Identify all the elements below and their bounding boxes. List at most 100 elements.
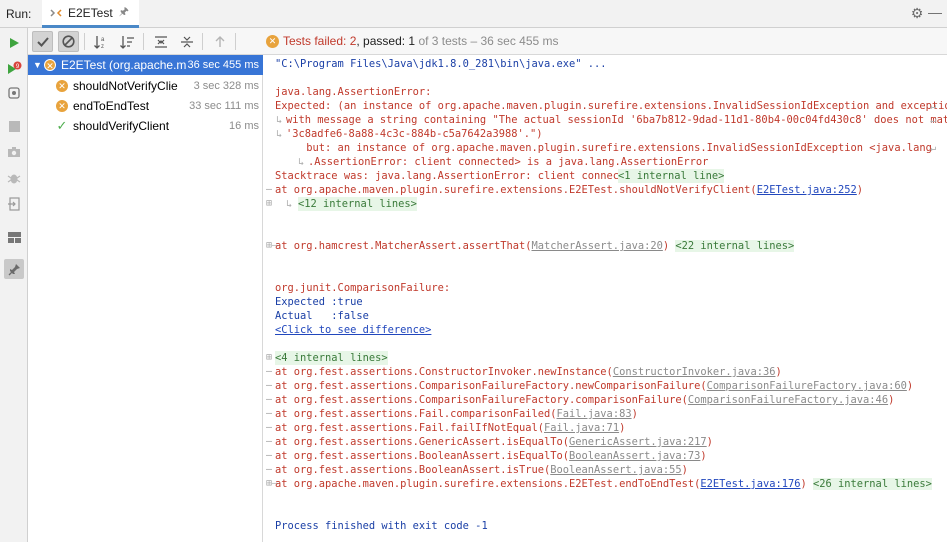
stack-frame: at org.apache.maven.plugin.surefire.exte… [275, 478, 701, 490]
console-line: .AssertionError: client connected> is a … [308, 156, 709, 168]
see-difference-link[interactable]: <Click to see difference> [275, 323, 431, 337]
stack-frame-end: ) [775, 366, 782, 378]
tree-item-endtoendtest[interactable]: ✕ endToEndTest 33 sec 111 ms [28, 96, 263, 116]
svg-text:a: a [101, 37, 105, 43]
run-side-toolbar: 9 [0, 28, 28, 542]
soft-wrap-icon: ↳ [276, 128, 283, 140]
console-line: java.lang.AssertionError: [275, 86, 432, 98]
console-line: ) [662, 240, 676, 252]
layout-button[interactable] [4, 227, 24, 247]
soft-wrap-icon: ↵ [930, 142, 937, 154]
stop-button[interactable] [4, 116, 24, 136]
test-status-summary: ✕ Tests failed: 2, passed: 1 of 3 tests … [266, 34, 559, 48]
run-tab-label: E2ETest [68, 5, 113, 20]
stack-frame: at org.fest.assertions.ComparisonFailure… [275, 380, 707, 392]
collapse-all-button[interactable] [176, 31, 197, 52]
toggle-auto-test-button[interactable] [4, 83, 24, 103]
internal-lines-fold[interactable]: <26 internal lines> [813, 478, 932, 490]
tree-item-time: 36 sec 455 ms [187, 59, 259, 71]
console-output[interactable]: "C:\Program Files\Java\jdk1.8.0_281\bin\… [264, 55, 947, 542]
pin-tab-button[interactable] [4, 259, 24, 279]
stack-trace-link[interactable]: GenericAssert.java:217 [569, 436, 707, 448]
actual-value: Actual :false [275, 310, 369, 322]
console-line: ) [856, 184, 864, 196]
tree-item-time: 16 ms [229, 120, 259, 132]
soft-wrap-icon: ↵ [930, 100, 937, 112]
stack-frame: at org.fest.assertions.BooleanAssert.isE… [275, 450, 570, 462]
console-line: but: an instance of org.apache.maven.plu… [275, 142, 932, 154]
pin-icon [8, 263, 20, 275]
tree-root-e2etest[interactable]: ▼ ✕ E2ETest (org.apache.m 36 sec 455 ms [28, 55, 263, 75]
stack-frame-end: ) [800, 478, 813, 490]
sort-alphabetically-button[interactable]: az [91, 31, 112, 52]
failed-status-icon: ✕ [266, 34, 279, 48]
soft-wrap-icon: ↳ [276, 114, 283, 126]
stack-frame-end: ) [700, 450, 707, 462]
show-ignored-button[interactable] [58, 31, 79, 52]
exit-button[interactable] [4, 194, 24, 214]
tree-item-label: shouldNotVerifyClie [73, 79, 178, 93]
pin-icon[interactable]: 🖈 [119, 3, 129, 22]
previous-failed-button[interactable] [209, 31, 230, 52]
stack-trace-link[interactable]: ComparisonFailureFactory.java:60 [707, 380, 907, 392]
sort-by-duration-button[interactable] [117, 31, 138, 52]
debug-button[interactable] [4, 168, 24, 188]
stack-frame-end: ) [681, 464, 688, 476]
run-config-icon [50, 8, 62, 17]
show-passed-button[interactable] [32, 31, 53, 52]
checkmark-icon [36, 36, 49, 47]
stack-trace-link[interactable]: ComparisonFailureFactory.java:46 [688, 394, 888, 406]
stack-trace-link[interactable]: MatcherAssert.java:20 [531, 240, 662, 252]
console-line: '3c8adfe6-8a88-4c3c-884b-c5a7642a3988'."… [286, 128, 543, 140]
expected-value: Expected :true [275, 296, 363, 308]
stack-frame-end: ) [888, 394, 895, 406]
soft-wrap-icon: ↳ [286, 198, 293, 210]
soft-wrap-icon: ↵ [930, 114, 937, 126]
stack-frame: at org.fest.assertions.Fail.failIfNotEqu… [275, 422, 544, 434]
process-finished-line: Process finished with exit code -1 [275, 520, 488, 532]
ignored-icon [62, 35, 75, 48]
failed-icon: ✕ [56, 80, 68, 92]
stack-frame-end: ) [906, 380, 914, 392]
tree-item-label: E2ETest (org.apache.m [61, 58, 187, 72]
stack-trace-link[interactable]: BooleanAssert.java:73 [569, 450, 700, 462]
camera-icon [8, 147, 20, 157]
stack-frame: at org.fest.assertions.ComparisonFailure… [275, 394, 688, 406]
rerun-failed-button[interactable]: 9 [4, 59, 24, 79]
arrow-up-icon [215, 36, 224, 47]
stack-trace-link[interactable]: ConstructorInvoker.java:36 [613, 366, 776, 378]
test-runner-toolbar: az ✕ Tests failed: 2, passed: 1 of 3 tes… [28, 28, 947, 55]
gear-icon[interactable]: ⚙ [909, 5, 925, 21]
chevron-down-icon[interactable]: ▼ [33, 60, 43, 70]
run-tab-e2etest[interactable]: E2ETest 🖈 [42, 0, 139, 28]
tree-item-shouldnotverifyclient[interactable]: ✕ shouldNotVerifyClie 3 sec 328 ms [28, 76, 263, 96]
stack-trace-link[interactable]: E2ETest.java:252 [757, 184, 857, 196]
console-line: Expected: (an instance of org.apache.mav… [275, 100, 947, 112]
stack-trace-link[interactable]: E2ETest.java:176 [700, 478, 800, 490]
sort-alpha-icon: az [94, 35, 105, 49]
internal-lines-fold[interactable]: <4 internal lines> [275, 351, 388, 365]
internal-lines-fold[interactable]: <1 internal line> [618, 169, 725, 183]
stack-frame: at org.fest.assertions.GenericAssert.isE… [275, 436, 570, 448]
console-line: at org.apache.maven.plugin.surefire.exte… [275, 184, 757, 196]
stack-trace-link[interactable]: Fail.java:83 [557, 408, 632, 420]
auto-rerun-icon [8, 87, 20, 99]
stop-icon [8, 120, 20, 132]
sort-duration-icon [120, 35, 134, 49]
stack-trace-link[interactable]: BooleanAssert.java:55 [550, 464, 681, 476]
screenshot-button[interactable] [4, 142, 24, 162]
internal-lines-fold[interactable]: <12 internal lines> [298, 197, 417, 211]
stack-trace-link[interactable]: Fail.java:71 [544, 422, 619, 434]
stack-frame: at org.fest.assertions.ConstructorInvoke… [275, 366, 613, 378]
bug-icon [7, 174, 21, 184]
internal-lines-fold[interactable]: <22 internal lines> [675, 240, 795, 252]
svg-text:z: z [101, 44, 104, 49]
expand-all-button[interactable] [150, 31, 171, 52]
console-line: Stacktrace was: java.lang.AssertionError… [275, 170, 645, 182]
stack-frame: at org.fest.assertions.BooleanAssert.isT… [275, 464, 551, 476]
hide-icon[interactable]: — [927, 5, 943, 21]
run-label: Run: [6, 7, 32, 21]
rerun-button[interactable] [4, 33, 24, 53]
layout-icon [7, 231, 21, 243]
tree-item-shouldverifyclient[interactable]: ✓ shouldVerifyClient 16 ms [28, 116, 263, 136]
